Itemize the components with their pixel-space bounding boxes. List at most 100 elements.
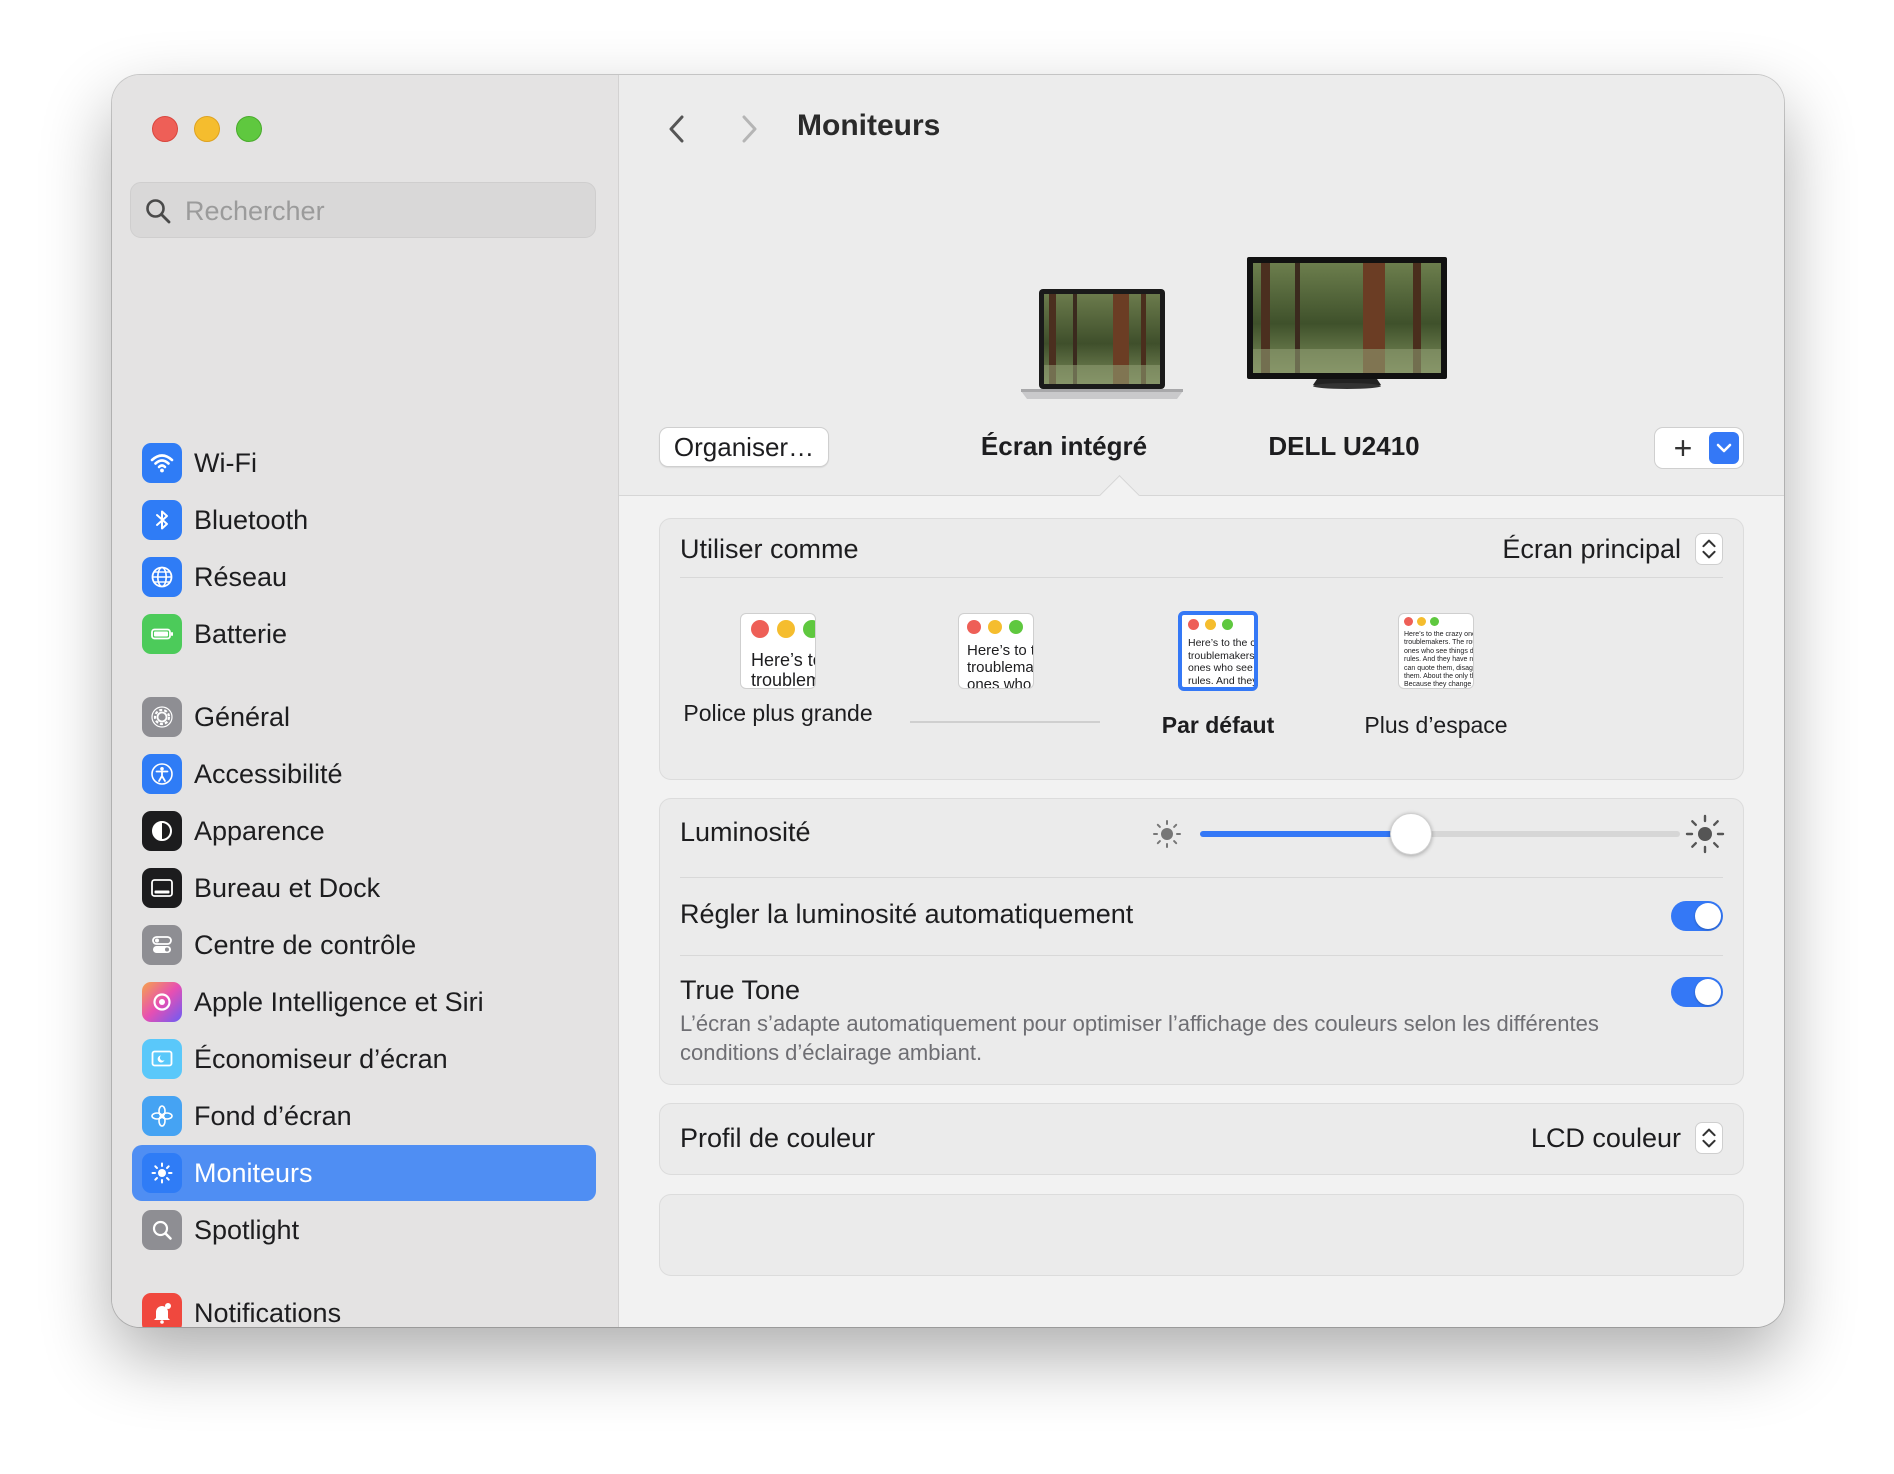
external-display-thumbnail[interactable] (1247, 255, 1447, 415)
sidebar-item-notifications[interactable]: Notifications (132, 1285, 596, 1327)
resolution-preview-text: Here’s to t troublema ones who (967, 642, 1034, 689)
color-profile-card: Profil de couleur LCD couleur (659, 1103, 1744, 1175)
sidebar-item-label: Batterie (194, 618, 288, 649)
battery-icon (142, 614, 182, 654)
sidebar: Wi-Fi Bluetooth Réseau Batterie Général (112, 75, 619, 1327)
sidebar-item-batterie[interactable]: Batterie (132, 606, 596, 662)
resolution-option-default[interactable]: Here’s to the cr troublemakers. ones who… (1178, 611, 1258, 691)
minimize-button[interactable] (194, 116, 220, 142)
sidebar-item-label: Fond d’écran (194, 1100, 352, 1131)
dock-icon (142, 868, 182, 908)
color-profile-stepper[interactable] (1695, 1122, 1723, 1154)
zoom-button[interactable] (236, 116, 262, 142)
search-icon (146, 199, 171, 224)
sidebar-item-centre-controle[interactable]: Centre de contrôle (132, 917, 596, 973)
sidebar-item-accessibilite[interactable]: Accessibilité (132, 746, 596, 802)
auto-brightness-toggle[interactable] (1671, 901, 1723, 931)
sidebar-item-label: Apple Intelligence et Siri (194, 986, 484, 1017)
builtin-display-thumbnail[interactable] (1017, 285, 1187, 405)
use-as-card: Utiliser comme Écran principal Here’s to… (659, 518, 1744, 780)
resolution-option-more-space[interactable]: Here’s to the crazy ones troublemakers. … (1398, 613, 1474, 689)
search-field[interactable] (130, 182, 596, 239)
up-down-chevron-icon (1702, 1128, 1716, 1148)
brightness-card: Luminosité Régler la luminosité automati… (659, 798, 1744, 1085)
resolution-preview-text: Here’s to the crazy ones troublemakers. … (1404, 631, 1474, 689)
sidebar-item-apparence[interactable]: Apparence (132, 803, 596, 859)
sidebar-item-label: Notifications (194, 1297, 342, 1328)
color-profile-label: Profil de couleur (680, 1123, 876, 1153)
use-as-value[interactable]: Écran principal (1502, 534, 1681, 565)
search-input[interactable] (183, 183, 587, 239)
sidebar-item-label: Spotlight (194, 1214, 300, 1245)
appearance-icon (142, 811, 182, 851)
siri-icon (142, 982, 182, 1022)
brightness-high-icon (1685, 814, 1725, 854)
resolution-label: Par défaut (1161, 712, 1275, 738)
use-as-stepper[interactable] (1695, 533, 1723, 565)
up-down-chevron-icon (1702, 539, 1716, 559)
sidebar-item-label: Centre de contrôle (194, 929, 417, 960)
sidebar-item-apple-intelligence-siri[interactable]: Apple Intelligence et Siri (132, 974, 596, 1030)
resolution-label: Police plus grande (683, 700, 873, 726)
sidebar-item-label: Général (194, 701, 291, 732)
sidebar-item-bluetooth[interactable]: Bluetooth (132, 492, 596, 548)
plus-icon: + (1673, 430, 1693, 466)
brightness-slider[interactable] (1200, 813, 1680, 855)
sidebar-item-general[interactable]: Général (132, 689, 596, 745)
close-button[interactable] (152, 116, 178, 142)
system-settings-window: Wi-Fi Bluetooth Réseau Batterie Général (112, 75, 1784, 1327)
window-controls (152, 116, 262, 142)
screensaver-icon (142, 1039, 182, 1079)
sidebar-item-label: Apparence (194, 815, 325, 846)
auto-brightness-label: Régler la luminosité automatiquement (680, 899, 1134, 929)
gear-icon (142, 697, 182, 737)
sidebar-item-label: Bluetooth (194, 504, 309, 535)
brightness-label: Luminosité (680, 817, 811, 847)
back-chevron-icon[interactable] (661, 109, 693, 149)
separator (680, 577, 1723, 578)
globe-icon (142, 557, 182, 597)
separator (680, 955, 1723, 956)
settings-content: Utiliser comme Écran principal Here’s to… (619, 496, 1784, 1327)
next-settings-card (659, 1194, 1744, 1276)
displays-arrangement-area: Moniteurs Organiser… Écran intégré DELL … (619, 75, 1784, 496)
resolution-preview-text: Here’s to the cr troublemakers. ones who… (1188, 637, 1258, 687)
brightness-slider-fill (1200, 831, 1412, 837)
main-pane: Moniteurs Organiser… Écran intégré DELL … (619, 75, 1784, 1327)
true-tone-label: True Tone (680, 975, 801, 1005)
bluetooth-icon (142, 500, 182, 540)
use-as-label: Utiliser comme (680, 534, 859, 564)
resolution-option-medium-large[interactable]: Here’s to t troublema ones who (958, 613, 1034, 689)
sidebar-item-moniteurs[interactable]: Moniteurs (132, 1145, 596, 1201)
sidebar-item-label: Économiseur d’écran (194, 1043, 448, 1074)
separator (680, 877, 1723, 878)
resolution-preview-text: Here’s to troublem (751, 650, 816, 689)
control-center-icon (142, 925, 182, 965)
forward-chevron-icon[interactable] (733, 109, 765, 149)
sidebar-item-label: Réseau (194, 561, 288, 592)
sidebar-item-label: Wi-Fi (194, 447, 257, 478)
sidebar-item-label: Accessibilité (194, 758, 343, 789)
display-label-builtin[interactable]: Écran intégré (949, 431, 1179, 462)
display-label-external[interactable]: DELL U2410 (1229, 431, 1459, 462)
sidebar-item-spotlight[interactable]: Spotlight (132, 1202, 596, 1258)
true-tone-toggle[interactable] (1671, 977, 1723, 1007)
sidebar-item-wifi[interactable]: Wi-Fi (132, 435, 596, 491)
add-display-button[interactable]: + (1654, 427, 1744, 469)
sidebar-item-label: Moniteurs (194, 1157, 313, 1188)
brightness-icon (142, 1153, 182, 1193)
resolution-divider (910, 721, 1100, 723)
page-title: Moniteurs (797, 109, 941, 142)
sidebar-item-economiseur[interactable]: Économiseur d’écran (132, 1031, 596, 1087)
resolution-option-larger-text[interactable]: Here’s to troublem (740, 613, 816, 689)
spotlight-icon (142, 1210, 182, 1250)
true-tone-description: L’écran s’adapte automatiquement pour op… (680, 1011, 1599, 1065)
chevron-down-icon[interactable] (1709, 432, 1739, 464)
accessibility-icon (142, 754, 182, 794)
sidebar-item-reseau[interactable]: Réseau (132, 549, 596, 605)
brightness-slider-knob[interactable] (1390, 813, 1433, 855)
sidebar-item-bureau-dock[interactable]: Bureau et Dock (132, 860, 596, 916)
sidebar-item-fond-ecran[interactable]: Fond d’écran (132, 1088, 596, 1144)
color-profile-value[interactable]: LCD couleur (1531, 1123, 1681, 1154)
organise-button[interactable]: Organiser… (659, 427, 829, 467)
